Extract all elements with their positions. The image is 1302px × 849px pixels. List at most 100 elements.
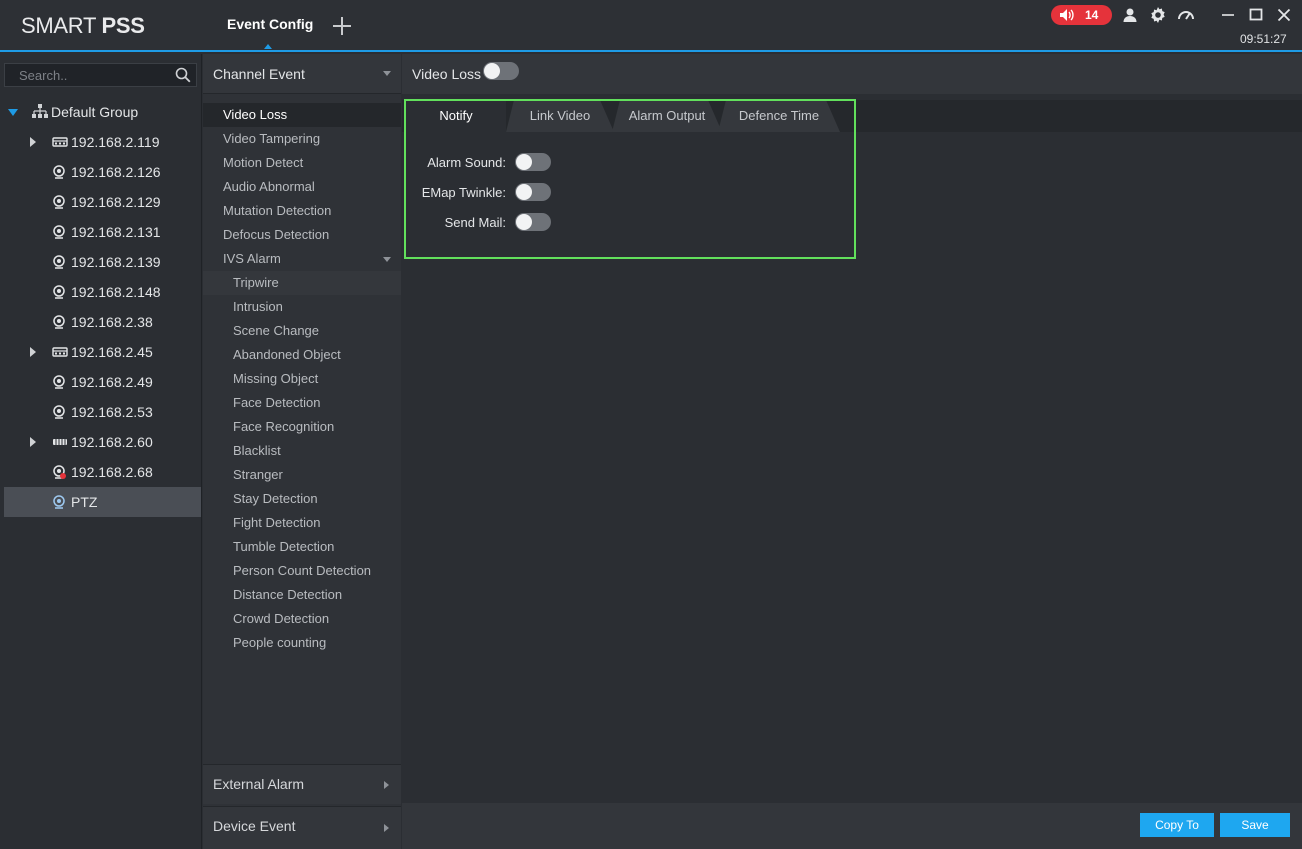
tree-device-row[interactable]: PTZ <box>4 487 201 517</box>
tree-device-row[interactable]: 192.168.2.68 <box>4 457 201 487</box>
ivs-event-item[interactable]: Fight Detection <box>203 511 401 535</box>
tree-device-label: 192.168.2.148 <box>71 284 161 300</box>
ivs-event-item[interactable]: People counting <box>203 631 401 655</box>
ivs-event-label: People counting <box>233 635 327 650</box>
ivs-event-label: Fight Detection <box>233 515 321 530</box>
tree-device-row[interactable]: 192.168.2.38 <box>4 307 201 337</box>
ivs-event-item[interactable]: Tripwire <box>203 271 401 295</box>
channel-event-label: Channel Event <box>213 66 305 82</box>
tree-device-label: 192.168.2.119 <box>71 134 160 150</box>
ivs-event-item[interactable]: Intrusion <box>203 295 401 319</box>
tree-device-row[interactable]: 192.168.2.60 <box>4 427 201 457</box>
event-item[interactable]: Video Loss <box>203 103 401 127</box>
device-event-section[interactable]: Device Event <box>203 806 401 849</box>
tree-device-row[interactable]: 192.168.2.129 <box>4 187 201 217</box>
camera-icon <box>52 195 68 209</box>
event-list-panel: Channel Event Video Loss Video Tampering M… <box>203 54 401 849</box>
tab-alarm-output[interactable]: Alarm Output <box>612 100 722 132</box>
footer-bar: Copy To Save <box>402 803 1302 849</box>
ivs-event-item[interactable]: Missing Object <box>203 367 401 391</box>
active-tab-indicator <box>264 44 272 49</box>
external-alarm-label: External Alarm <box>213 776 305 792</box>
tree-device-row[interactable]: 192.168.2.148 <box>4 277 201 307</box>
tree-device-row[interactable]: 192.168.2.119 <box>4 127 201 157</box>
expand-arrow-icon[interactable] <box>30 437 36 447</box>
ivs-event-item[interactable]: Distance Detection <box>203 583 401 607</box>
camera-selected-icon <box>52 495 68 509</box>
event-item[interactable]: Video Tampering <box>203 127 401 151</box>
ivs-event-item[interactable]: Scene Change <box>203 319 401 343</box>
tab-link-video[interactable]: Link Video <box>506 100 614 132</box>
toggle-knob <box>484 63 500 79</box>
ivs-event-item[interactable]: Stranger <box>203 463 401 487</box>
event-item-label: Video Loss <box>223 107 288 122</box>
event-item[interactable]: IVS Alarm <box>203 247 401 271</box>
tree-device-row[interactable]: 192.168.2.53 <box>4 397 201 427</box>
chevron-down-icon <box>383 257 391 262</box>
event-item-label: IVS Alarm <box>223 251 281 266</box>
external-alarm-section[interactable]: External Alarm <box>203 764 401 804</box>
tree-device-label: 192.168.2.139 <box>71 254 161 270</box>
tree-device-row[interactable]: 192.168.2.131 <box>4 217 201 247</box>
config-title: Video Loss <box>412 66 482 82</box>
channel-event-header[interactable]: Channel Event <box>203 54 401 94</box>
camera-icon <box>52 315 68 329</box>
user-icon[interactable] <box>1121 6 1139 24</box>
camera-icon <box>52 375 68 389</box>
ivs-event-item[interactable]: Abandoned Object <box>203 343 401 367</box>
event-item[interactable]: Mutation Detection <box>203 199 401 223</box>
ivs-event-item[interactable]: Tumble Detection <box>203 535 401 559</box>
video-loss-toggle[interactable] <box>483 62 519 80</box>
tree-device-row[interactable]: 192.168.2.126 <box>4 157 201 187</box>
speaker-icon <box>1059 8 1075 22</box>
send-mail-toggle[interactable] <box>515 213 551 231</box>
minimize-icon[interactable] <box>1219 6 1237 24</box>
tab-event-config[interactable]: Event Config <box>227 16 313 32</box>
event-item[interactable]: Defocus Detection <box>203 223 401 247</box>
maximize-icon[interactable] <box>1247 6 1265 24</box>
ivs-event-item[interactable]: Person Count Detection <box>203 559 401 583</box>
tree-device-row[interactable]: 192.168.2.49 <box>4 367 201 397</box>
add-tab-icon[interactable] <box>330 14 354 38</box>
tree-device-label: 192.168.2.126 <box>71 164 161 180</box>
alarm-sound-label: Alarm Sound: <box>427 155 506 170</box>
ivs-event-item[interactable]: Blacklist <box>203 439 401 463</box>
tree-device-label: 192.168.2.60 <box>71 434 153 450</box>
tree-device-label: 192.168.2.45 <box>71 344 153 360</box>
alarm-sound-row: Alarm Sound: <box>402 153 506 173</box>
search-input[interactable] <box>5 64 170 86</box>
expand-arrow-icon[interactable] <box>30 347 36 357</box>
alarm-badge[interactable]: 14 <box>1051 5 1112 25</box>
tree-device-row[interactable]: 192.168.2.139 <box>4 247 201 277</box>
tree-root-default-group[interactable]: Default Group <box>4 97 201 127</box>
search-icon[interactable] <box>175 67 191 83</box>
ivs-event-label: Scene Change <box>233 323 320 338</box>
event-item[interactable]: Audio Abnormal <box>203 175 401 199</box>
dvr-icon <box>52 435 68 449</box>
camera-icon <box>52 285 68 299</box>
close-icon[interactable] <box>1275 6 1293 24</box>
ivs-event-label: Stay Detection <box>233 491 318 506</box>
ivs-event-item[interactable]: Crowd Detection <box>203 607 401 631</box>
tab-defence-time[interactable]: Defence Time <box>718 100 840 132</box>
emap-twinkle-label: EMap Twinkle: <box>421 185 506 200</box>
ivs-event-item[interactable]: Face Recognition <box>203 415 401 439</box>
tree-device-label: 192.168.2.68 <box>71 464 153 480</box>
save-button[interactable]: Save <box>1220 813 1290 837</box>
alarm-sound-toggle[interactable] <box>515 153 551 171</box>
tab-notify[interactable]: Notify <box>406 100 506 132</box>
tree-device-row[interactable]: 192.168.2.45 <box>4 337 201 367</box>
tree-device-label: 192.168.2.49 <box>71 374 153 390</box>
app-logo: SMART PSS <box>21 13 145 38</box>
expand-arrow-icon[interactable] <box>30 137 36 147</box>
ivs-event-item[interactable]: Stay Detection <box>203 487 401 511</box>
copy-to-button[interactable]: Copy To <box>1140 813 1214 837</box>
gauge-icon[interactable] <box>1177 6 1195 24</box>
expand-arrow-icon[interactable] <box>8 108 18 116</box>
event-item[interactable]: Motion Detect <box>203 151 401 175</box>
emap-twinkle-toggle[interactable] <box>515 183 551 201</box>
ivs-event-item[interactable]: Face Detection <box>203 391 401 415</box>
gear-icon[interactable] <box>1149 6 1167 24</box>
event-item-label: Defocus Detection <box>223 227 330 242</box>
ivs-event-label: Crowd Detection <box>233 611 330 626</box>
